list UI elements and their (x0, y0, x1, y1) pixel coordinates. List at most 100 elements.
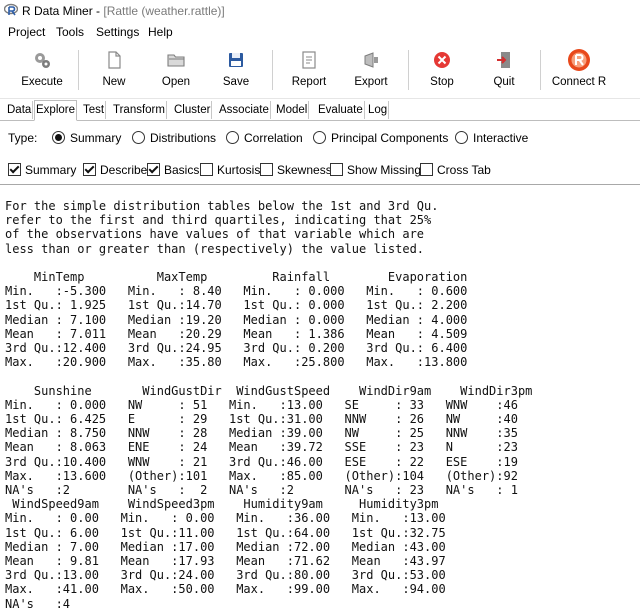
checkbox-basics-label: Basics (164, 163, 200, 177)
toolbar-separator (272, 50, 273, 90)
window-title-main: R Data Miner - (22, 4, 104, 18)
stop-icon (434, 52, 450, 68)
radio-summary-label: Summary (70, 131, 122, 145)
type-label: Type: (8, 131, 38, 145)
checkbox-cross-tab[interactable]: Cross Tab (420, 163, 491, 177)
connect-r-button[interactable]: Connect R (548, 42, 610, 98)
toolbar: Execute New Open Save Report Export Stop… (0, 42, 640, 99)
radio-principal-components-label: Principal Components (331, 131, 449, 145)
checkbox-skewness-label: Skewness (277, 163, 332, 177)
export-button[interactable]: Export (348, 42, 394, 98)
new-file-icon (108, 51, 121, 69)
tab-data[interactable]: Data (6, 101, 34, 119)
output-line: Max. :41.00 Max. :50.00 Max. :99.00 Max.… (5, 582, 446, 597)
tab-log[interactable]: Log (367, 101, 390, 119)
menu-settings[interactable]: Settings (96, 25, 139, 39)
window-title-project: [Rattle (weather.rattle)] (103, 4, 225, 18)
checkbox-cross-tab-label: Cross Tab (437, 163, 491, 177)
checkbox-basics[interactable]: Basics (147, 163, 199, 177)
radio-interactive[interactable]: Interactive (455, 131, 528, 145)
radio-indicator[interactable] (226, 131, 239, 144)
output-line: Min. : 0.00 Min. : 0.00 Min. :36.00 Min.… (5, 511, 446, 526)
toolbar-separator (540, 50, 541, 90)
radio-indicator[interactable] (132, 131, 145, 144)
summary-output-textview[interactable]: For the simple distribution tables below… (0, 184, 640, 615)
output-line: refer to the first and third quartiles, … (5, 213, 432, 228)
open-label: Open (161, 76, 191, 88)
radio-indicator[interactable] (455, 131, 468, 144)
output-line: Max. :20.900 Max. :35.80 Max. :25.800 Ma… (5, 355, 468, 370)
checkbox-indicator[interactable] (330, 163, 343, 176)
output-line: Sunshine WindGustDir WindGustSpeed WindD… (5, 383, 533, 398)
new-label: New (102, 76, 126, 88)
tab-test[interactable]: Test (82, 101, 107, 119)
stop-button[interactable]: Stop (420, 42, 464, 98)
explore-type-row: Type: Summary Distributions Correlation … (0, 125, 640, 151)
stop-label: Stop (430, 76, 454, 88)
checkbox-summary[interactable]: Summary (8, 163, 76, 177)
open-button[interactable]: Open (154, 42, 198, 98)
radio-indicator[interactable] (52, 131, 65, 144)
save-button[interactable]: Save (214, 42, 258, 98)
output-line: For the simple distribution tables below… (5, 199, 439, 213)
checkbox-indicator[interactable] (420, 163, 433, 176)
output-line: 1st Qu.: 1.925 1st Qu.:14.70 1st Qu.: 0.… (5, 298, 468, 313)
tab-transform[interactable]: Transform (112, 101, 167, 119)
output-line: 3rd Qu.:12.400 3rd Qu.:24.95 3rd Qu.: 0.… (5, 341, 468, 356)
export-icon (364, 52, 378, 68)
menu-project[interactable]: Project (8, 25, 45, 39)
execute-button[interactable]: Execute (14, 42, 70, 98)
output-line: Median : 8.750 NNW : 28 Median :39.00 NW… (5, 426, 518, 441)
folder-open-icon (167, 54, 185, 67)
checkbox-describe-label: Describe (100, 163, 148, 177)
checkbox-show-missing[interactable]: Show Missing (330, 163, 421, 177)
radio-summary[interactable]: Summary (52, 131, 121, 145)
output-line: of the observations have values of that … (5, 227, 425, 242)
output-line: NA's :2 NA's : 2 NA's :2 NA's : 23 NA's … (5, 483, 518, 498)
radio-interactive-label: Interactive (473, 131, 529, 145)
output-line: 3rd Qu.:10.400 WNW : 21 3rd Qu.:46.00 ES… (5, 454, 518, 469)
tab-explore[interactable]: Explore (34, 100, 77, 121)
radio-correlation[interactable]: Correlation (226, 131, 303, 145)
output-line: 1st Qu.: 6.425 E : 29 1st Qu.:31.00 NNW … (5, 412, 518, 427)
report-label: Report (291, 76, 327, 88)
checkbox-skewness[interactable]: Skewness (260, 163, 332, 177)
checkbox-describe[interactable]: Describe (83, 163, 147, 177)
tab-associate[interactable]: Associate (218, 101, 271, 119)
r-logo-icon (568, 49, 590, 71)
output-line: Mean : 9.81 Mean :17.93 Mean :71.62 Mean… (5, 554, 446, 569)
radio-correlation-label: Correlation (244, 131, 303, 145)
toolbar-separator (78, 50, 79, 90)
report-button[interactable]: Report (286, 42, 332, 98)
radio-principal-components[interactable]: Principal Components (313, 131, 448, 145)
output-line: MinTemp MaxTemp Rainfall Evaporation (5, 270, 468, 285)
floppy-disk-icon (229, 53, 243, 67)
output-line: Median : 7.00 Median :17.00 Median :72.0… (5, 539, 446, 554)
r-app-icon (4, 3, 18, 16)
checkbox-kurtosis[interactable]: Kurtosis (200, 163, 260, 177)
tab-evaluate[interactable]: Evaluate (317, 101, 365, 119)
gears-icon (35, 53, 50, 68)
checkbox-indicator[interactable] (260, 163, 273, 176)
report-icon (302, 51, 316, 69)
tab-cluster[interactable]: Cluster (173, 101, 213, 119)
checkbox-indicator[interactable] (200, 163, 213, 176)
window-title: R Data Miner - [Rattle (weather.rattle)] (22, 4, 225, 18)
summary-output-text: For the simple distribution tables below… (5, 199, 532, 611)
checkbox-indicator[interactable] (147, 163, 160, 176)
menu-help[interactable]: Help (148, 25, 173, 39)
checkbox-indicator[interactable] (83, 163, 96, 176)
output-line: 3rd Qu.:13.00 3rd Qu.:24.00 3rd Qu.:80.0… (5, 568, 446, 583)
quit-button[interactable]: Quit (482, 42, 526, 98)
menu-tools[interactable]: Tools (56, 25, 84, 39)
output-line: less than or greater than (respectively)… (5, 241, 425, 256)
tab-model[interactable]: Model (275, 101, 310, 119)
radio-distributions[interactable]: Distributions (132, 131, 216, 145)
new-button[interactable]: New (92, 42, 136, 98)
radio-indicator[interactable] (313, 131, 326, 144)
save-label: Save (222, 76, 250, 88)
output-line: 1st Qu.: 6.00 1st Qu.:11.00 1st Qu.:64.0… (5, 525, 446, 540)
output-line: Mean : 7.011 Mean :20.29 Mean : 1.386 Me… (5, 326, 468, 341)
quit-label: Quit (493, 76, 515, 88)
checkbox-indicator[interactable] (8, 163, 21, 176)
